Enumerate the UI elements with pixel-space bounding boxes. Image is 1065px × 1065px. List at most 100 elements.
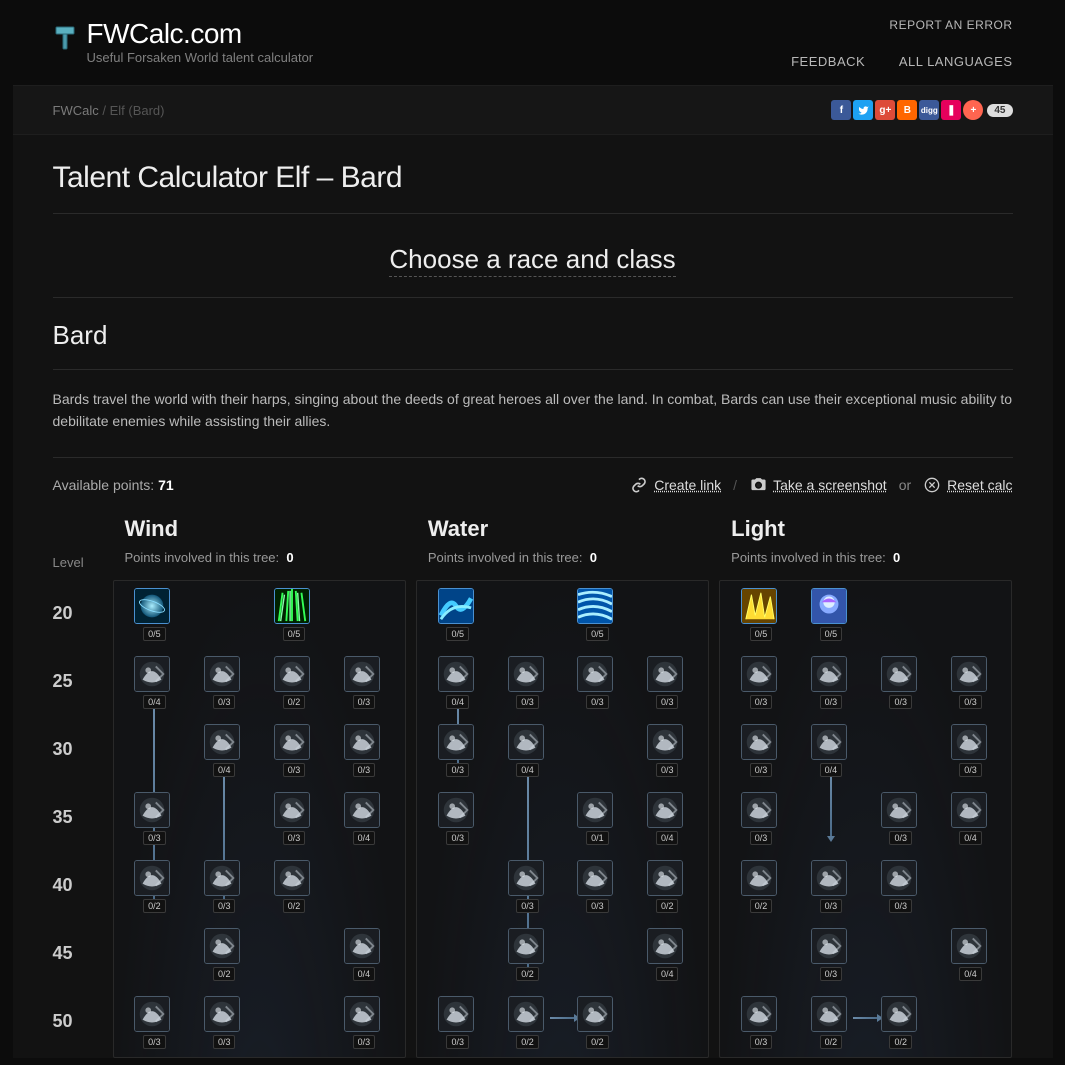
talent-node[interactable]: 0/1 <box>577 792 617 845</box>
talent-node[interactable]: 0/2 <box>508 928 548 981</box>
talent-node[interactable]: 0/2 <box>741 860 781 913</box>
talent-node[interactable]: 0/5 <box>274 588 314 641</box>
feedback-link[interactable]: FEEDBACK <box>791 54 865 69</box>
talent-node[interactable]: 0/3 <box>204 996 244 1049</box>
talent-icon <box>951 792 987 828</box>
talent-node[interactable]: 0/3 <box>811 860 851 913</box>
share-count: 45 <box>987 104 1012 117</box>
talent-node[interactable]: 0/3 <box>881 656 921 709</box>
talent-node[interactable]: 0/5 <box>577 588 617 641</box>
talent-node[interactable]: 0/2 <box>881 996 921 1049</box>
talent-node[interactable]: 0/3 <box>508 656 548 709</box>
talent-points: 0/4 <box>656 831 679 845</box>
talent-icon <box>274 792 310 828</box>
talent-node[interactable]: 0/3 <box>951 656 991 709</box>
report-error-link[interactable]: REPORT AN ERROR <box>791 18 1012 32</box>
twitter-icon[interactable] <box>853 100 873 120</box>
talent-points: 0/2 <box>656 899 679 913</box>
talent-node[interactable]: 0/3 <box>647 724 687 777</box>
talent-node[interactable]: 0/3 <box>344 724 384 777</box>
talent-points: 0/3 <box>446 763 469 777</box>
talent-node[interactable]: 0/5 <box>811 588 851 641</box>
talent-node[interactable]: 0/4 <box>951 792 991 845</box>
facebook-icon[interactable]: f <box>831 100 851 120</box>
talent-node[interactable]: 0/3 <box>741 792 781 845</box>
talent-node[interactable]: 0/3 <box>134 792 174 845</box>
screenshot-button[interactable]: Take a screenshot <box>773 477 887 493</box>
talent-node[interactable]: 0/4 <box>647 792 687 845</box>
hammer-icon <box>53 24 77 52</box>
page-title: Talent Calculator Elf – Bard <box>53 161 1013 214</box>
talent-node[interactable]: 0/4 <box>811 724 851 777</box>
talent-icon <box>741 656 777 692</box>
languages-link[interactable]: ALL LANGUAGES <box>899 54 1013 69</box>
talent-node[interactable]: 0/3 <box>741 996 781 1049</box>
talent-node[interactable]: 0/4 <box>508 724 548 777</box>
talent-node[interactable]: 0/2 <box>134 860 174 913</box>
talent-node[interactable]: 0/5 <box>438 588 478 641</box>
talent-node[interactable]: 0/3 <box>438 792 478 845</box>
talent-node[interactable]: 0/3 <box>647 656 687 709</box>
choose-dropdown[interactable]: Choose a race and class <box>389 244 675 277</box>
talent-node[interactable]: 0/3 <box>508 860 548 913</box>
talent-node[interactable]: 0/2 <box>577 996 617 1049</box>
level-20: 20 <box>53 580 113 648</box>
talent-node[interactable]: 0/2 <box>647 860 687 913</box>
reset-button[interactable]: Reset calc <box>947 477 1012 493</box>
talent-node[interactable]: 0/2 <box>274 656 314 709</box>
talent-points: 0/3 <box>656 763 679 777</box>
talent-icon <box>134 656 170 692</box>
logo[interactable]: FWCalc.com Useful Forsaken World talent … <box>53 18 314 65</box>
talent-trees: Level 20253035404550 WindPoints involved… <box>53 516 1013 1058</box>
talent-node[interactable]: 0/3 <box>951 724 991 777</box>
talent-node[interactable]: 0/3 <box>274 724 314 777</box>
level-label: Level <box>53 516 113 580</box>
talent-node[interactable]: 0/3 <box>881 860 921 913</box>
talent-icon <box>647 656 683 692</box>
addthis-icon[interactable]: + <box>963 100 983 120</box>
talent-node[interactable]: 0/3 <box>134 996 174 1049</box>
talent-node[interactable]: 0/3 <box>204 860 244 913</box>
available-points: 71 <box>158 477 174 493</box>
talent-node[interactable]: 0/4 <box>951 928 991 981</box>
talent-node[interactable]: 0/3 <box>577 656 617 709</box>
talent-node[interactable]: 0/3 <box>274 792 314 845</box>
talent-node[interactable]: 0/3 <box>881 792 921 845</box>
talent-node[interactable]: 0/4 <box>204 724 244 777</box>
talent-node[interactable]: 0/4 <box>344 928 384 981</box>
talent-node[interactable]: 0/5 <box>741 588 781 641</box>
talent-node[interactable]: 0/2 <box>274 860 314 913</box>
talent-node[interactable]: 0/3 <box>577 860 617 913</box>
bookmark-icon[interactable]: ❚ <box>941 100 961 120</box>
talent-node[interactable]: 0/3 <box>344 656 384 709</box>
talent-points: 0/3 <box>889 899 912 913</box>
tree-wind: WindPoints involved in this tree: 00/50/… <box>113 516 406 1058</box>
blogger-icon[interactable]: B <box>897 100 917 120</box>
gplus-icon[interactable]: g+ <box>875 100 895 120</box>
talent-points: 0/3 <box>889 695 912 709</box>
talent-node[interactable]: 0/3 <box>438 996 478 1049</box>
talent-node[interactable]: 0/3 <box>741 656 781 709</box>
talent-icon <box>577 996 613 1032</box>
talent-icon <box>134 588 170 624</box>
talent-node[interactable]: 0/2 <box>811 996 851 1049</box>
talent-node[interactable]: 0/2 <box>204 928 244 981</box>
create-link-button[interactable]: Create link <box>654 477 721 493</box>
talent-points: 0/4 <box>353 831 376 845</box>
talent-node[interactable]: 0/3 <box>344 996 384 1049</box>
talent-node[interactable]: 0/3 <box>741 724 781 777</box>
talent-node[interactable]: 0/4 <box>134 656 174 709</box>
talent-node[interactable]: 0/4 <box>647 928 687 981</box>
digg-icon[interactable]: digg <box>919 100 939 120</box>
talent-node[interactable]: 0/2 <box>508 996 548 1049</box>
talent-node[interactable]: 0/4 <box>344 792 384 845</box>
talent-node[interactable]: 0/5 <box>134 588 174 641</box>
talent-node[interactable]: 0/3 <box>811 928 851 981</box>
talent-node[interactable]: 0/3 <box>811 656 851 709</box>
talent-node[interactable]: 0/4 <box>438 656 478 709</box>
breadcrumb-root[interactable]: FWCalc <box>53 103 99 118</box>
talent-node[interactable]: 0/3 <box>438 724 478 777</box>
talent-icon <box>438 588 474 624</box>
talent-icon <box>204 860 240 896</box>
talent-node[interactable]: 0/3 <box>204 656 244 709</box>
